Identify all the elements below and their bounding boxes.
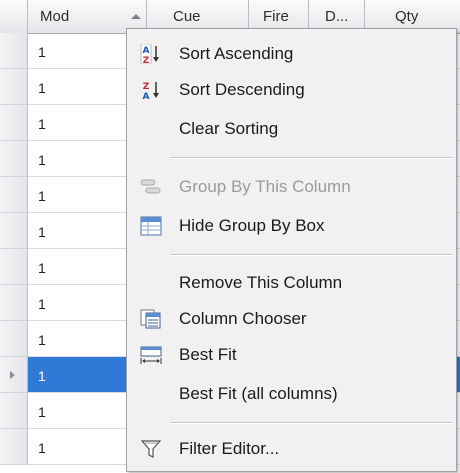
cell-value: 1 <box>38 332 46 348</box>
best-fit-icon <box>140 346 162 364</box>
svg-text:A: A <box>143 92 150 100</box>
filter-icon <box>140 440 162 458</box>
menu-item-hide-group-by-box[interactable]: Hide Group By Box <box>130 209 453 243</box>
menu-item-label: Group By This Column <box>179 177 351 196</box>
cell-value: 1 <box>38 296 46 312</box>
row-indicator[interactable] <box>0 249 28 285</box>
sort-ascending-icon: A Z <box>140 44 159 64</box>
cell-value: 1 <box>38 44 46 60</box>
column-header-label: D... <box>325 8 349 25</box>
cell-value: 1 <box>38 368 46 384</box>
menu-item-sort-ascending[interactable]: A Z Sort Ascending <box>130 37 453 71</box>
group-by-box-icon <box>140 216 162 236</box>
menu-item-best-fit[interactable]: Best Fit <box>130 338 453 372</box>
menu-item-best-fit-all-columns[interactable]: Best Fit (all columns) <box>130 377 453 411</box>
cell-value: 1 <box>38 224 46 240</box>
menu-separator <box>170 422 453 424</box>
menu-item-clear-sorting[interactable]: Clear Sorting <box>130 112 453 146</box>
menu-separator <box>170 254 453 256</box>
sort-ascending-arrow-icon <box>131 14 141 19</box>
menu-item-group-by-column[interactable]: Group By This Column <box>130 170 453 204</box>
menu-item-label: Filter Editor... <box>179 439 280 458</box>
menu-item-remove-column[interactable]: Remove This Column <box>130 266 453 300</box>
cell-value: 1 <box>38 404 46 420</box>
header-indicator-cell <box>0 0 28 33</box>
group-by-column-icon <box>140 179 161 194</box>
cell-value: 1 <box>38 80 46 96</box>
menu-separator <box>170 157 453 159</box>
row-indicator[interactable] <box>0 177 28 213</box>
menu-item-label: Hide Group By Box <box>179 216 325 235</box>
menu-item-label: Sort Ascending <box>179 44 294 63</box>
row-indicator[interactable] <box>0 69 28 105</box>
column-chooser-icon <box>140 309 161 329</box>
cell-value: 1 <box>38 260 46 276</box>
row-indicator[interactable] <box>0 393 28 429</box>
row-indicator[interactable] <box>0 141 28 177</box>
svg-text:Z: Z <box>143 56 150 64</box>
row-indicator[interactable] <box>0 33 28 69</box>
menu-item-label: Remove This Column <box>179 273 343 292</box>
column-header-label: Cue <box>173 8 201 25</box>
row-indicator[interactable] <box>0 321 28 357</box>
svg-text:Z: Z <box>143 82 150 92</box>
menu-item-label: Best Fit <box>179 345 237 364</box>
row-indicator[interactable] <box>0 429 28 465</box>
row-indicator[interactable] <box>0 285 28 321</box>
column-header-label: Fire <box>263 8 289 25</box>
cell-value: 1 <box>38 188 46 204</box>
svg-text:A: A <box>143 46 150 56</box>
menu-item-column-chooser[interactable]: Column Chooser <box>130 302 453 336</box>
cell-value: 1 <box>38 152 46 168</box>
menu-item-label: Clear Sorting <box>179 119 279 138</box>
menu-item-label: Best Fit (all columns) <box>179 384 338 403</box>
menu-item-sort-descending[interactable]: Z A Sort Descending <box>130 73 453 107</box>
row-indicator[interactable] <box>0 213 28 249</box>
menu-item-label: Column Chooser <box>179 309 307 328</box>
cell-value: 1 <box>38 440 46 456</box>
menu-item-filter-editor[interactable]: Filter Editor... <box>130 432 453 466</box>
menu-item-label: Sort Descending <box>179 80 305 99</box>
column-header-label: Qty <box>395 8 419 25</box>
row-indicator[interactable] <box>0 105 28 141</box>
column-header-context-menu: A Z Sort Ascending Z A Sort Descending C… <box>126 28 457 472</box>
cell-value: 1 <box>38 116 46 132</box>
focused-row-arrow-icon <box>10 371 15 379</box>
sort-descending-icon: Z A <box>143 82 159 100</box>
row-indicator[interactable] <box>0 357 28 393</box>
column-header-label: Mod <box>40 8 70 25</box>
